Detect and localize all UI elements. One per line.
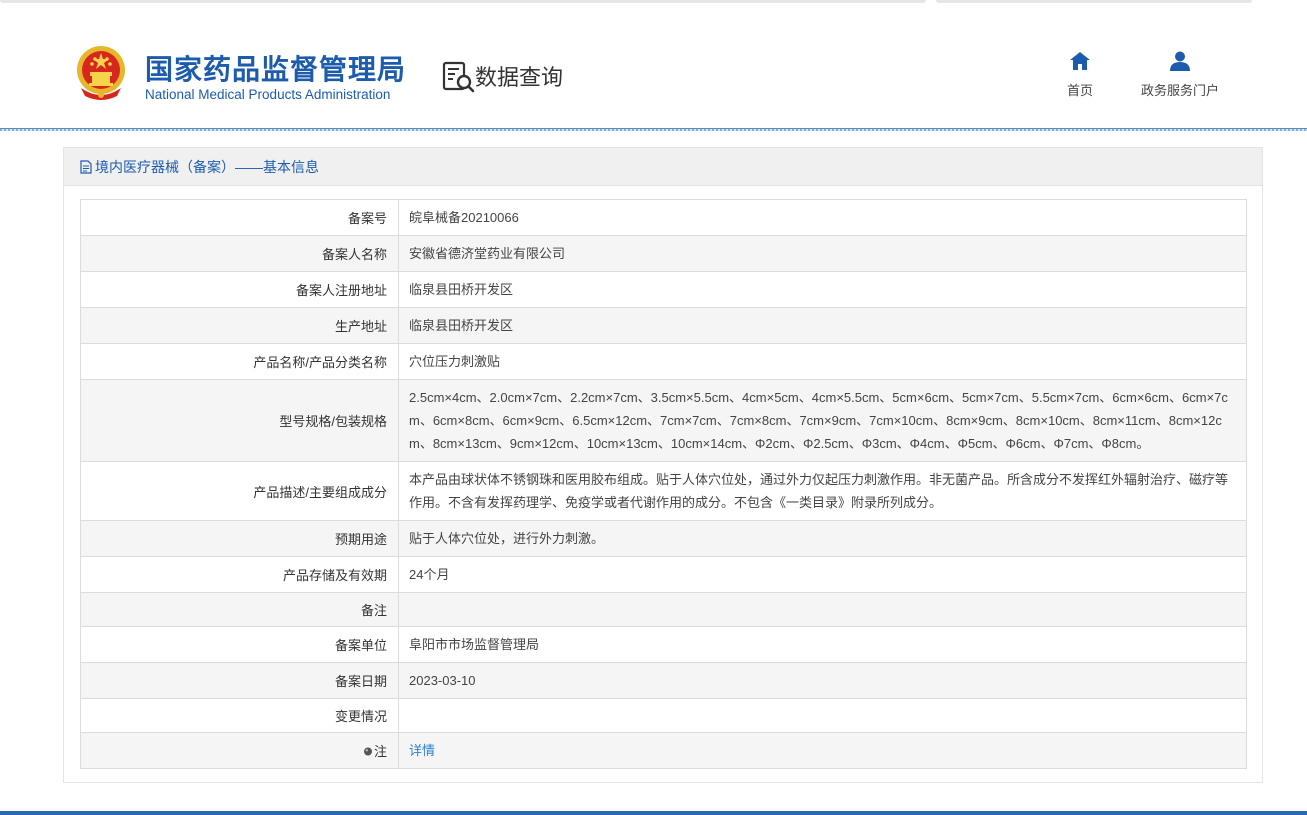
table-row: 产品描述/主要组成成分 本产品由球状体不锈钢珠和医用胶布组成。贴于人体穴位处，通过… (80, 461, 1247, 521)
row-value: 临泉县田桥开发区 (398, 271, 1247, 308)
table-row: 产品存储及有效期 24个月 (80, 556, 1247, 593)
row-label: 备案单位 (80, 626, 399, 663)
org-name-cn: 国家药品监督管理局 (145, 53, 407, 86)
note-value-cell: 详情 (398, 732, 1247, 769)
row-label: 备案号 (80, 199, 399, 236)
row-label: 产品描述/主要组成成分 (80, 461, 399, 521)
table-row: 变更情况 (80, 698, 1247, 733)
panel-title: 境内医疗器械（备案）——基本信息 (95, 158, 319, 175)
row-label: 变更情况 (80, 698, 399, 733)
table-row: 型号规格/包装规格 2.5cm×4cm、2.0cm×7cm、2.2cm×7cm、3… (80, 379, 1247, 462)
home-icon (1070, 52, 1090, 70)
table-row: 生产地址 临泉县田桥开发区 (80, 307, 1247, 344)
nav-home-label: 首页 (1066, 83, 1093, 98)
nav-portal-label: 政务服务门户 (1140, 83, 1219, 98)
row-value: 贴于人体穴位处，进行外力刺激。 (398, 520, 1247, 557)
table-row: 备案人名称 安徽省德济堂药业有限公司 (80, 235, 1247, 272)
row-label: 产品存储及有效期 (80, 556, 399, 593)
row-value (398, 698, 1247, 733)
table-row: 备案日期 2023-03-10 (80, 662, 1247, 699)
table-row: 备注 (80, 592, 1247, 627)
row-label: 备案人名称 (80, 235, 399, 272)
row-label: 备注 (80, 592, 399, 627)
row-value: 阜阳市市场监督管理局 (398, 626, 1247, 663)
row-value: 穴位压力刺激贴 (398, 343, 1247, 380)
table-row: 备案人注册地址 临泉县田桥开发区 (80, 271, 1247, 308)
row-value: 皖阜械备20210066 (398, 199, 1247, 236)
row-label: 备案日期 (80, 662, 399, 699)
top-strip-right (936, 0, 1252, 3)
row-value: 临泉县田桥开发区 (398, 307, 1247, 344)
section-title: 数据查询 (475, 66, 564, 91)
pin-icon (363, 747, 372, 756)
site-header: 国家药品监督管理局 National Medical Products Admi… (0, 4, 1307, 128)
panel-header: 境内医疗器械（备案）——基本信息 (64, 148, 1262, 186)
table-row: 备案单位 阜阳市市场监督管理局 (80, 626, 1247, 663)
row-value: 2.5cm×4cm、2.0cm×7cm、2.2cm×7cm、3.5cm×5.5c… (398, 379, 1247, 462)
footer-bar (0, 811, 1307, 815)
header-divider (0, 128, 1307, 131)
row-value: 安徽省德济堂药业有限公司 (398, 235, 1247, 272)
note-label: 注 (373, 744, 387, 759)
info-table: 备案号 皖阜械备20210066 备案人名称 安徽省德济堂药业有限公司 备案人注册地… (80, 199, 1247, 769)
table-row-note: 注 详情 (80, 732, 1247, 769)
data-query-icon (442, 61, 475, 93)
row-label: 型号规格/包装规格 (80, 379, 399, 462)
row-label: 产品名称/产品分类名称 (80, 343, 399, 380)
details-link[interactable]: 详情 (409, 743, 435, 758)
user-icon (1170, 51, 1190, 71)
row-value (398, 592, 1247, 627)
info-panel: 境内医疗器械（备案）——基本信息 备案号 皖阜械备20210066 备案人名称 安徽… (63, 147, 1263, 783)
row-label: 生产地址 (80, 307, 399, 344)
org-name-en: National Medical Products Administration (145, 87, 391, 102)
row-label: 预期用途 (80, 520, 399, 557)
national-emblem-icon (77, 46, 125, 100)
row-value: 2023-03-10 (398, 662, 1247, 699)
note-label-cell: 注 (80, 732, 399, 769)
nav-home[interactable]: 首页 (1062, 50, 1098, 99)
nav-service-portal[interactable]: 政务服务门户 (1134, 50, 1226, 99)
row-value: 24个月 (398, 556, 1247, 593)
table-row: 预期用途 贴于人体穴位处，进行外力刺激。 (80, 520, 1247, 557)
table-row: 备案号 皖阜械备20210066 (80, 199, 1247, 236)
table-row: 产品名称/产品分类名称 穴位压力刺激贴 (80, 343, 1247, 380)
top-strip-left (0, 0, 926, 3)
row-label: 备案人注册地址 (80, 271, 399, 308)
row-value: 本产品由球状体不锈钢珠和医用胶布组成。贴于人体穴位处，通过外力仅起压力刺激作用。… (398, 461, 1247, 521)
document-icon (80, 159, 92, 174)
